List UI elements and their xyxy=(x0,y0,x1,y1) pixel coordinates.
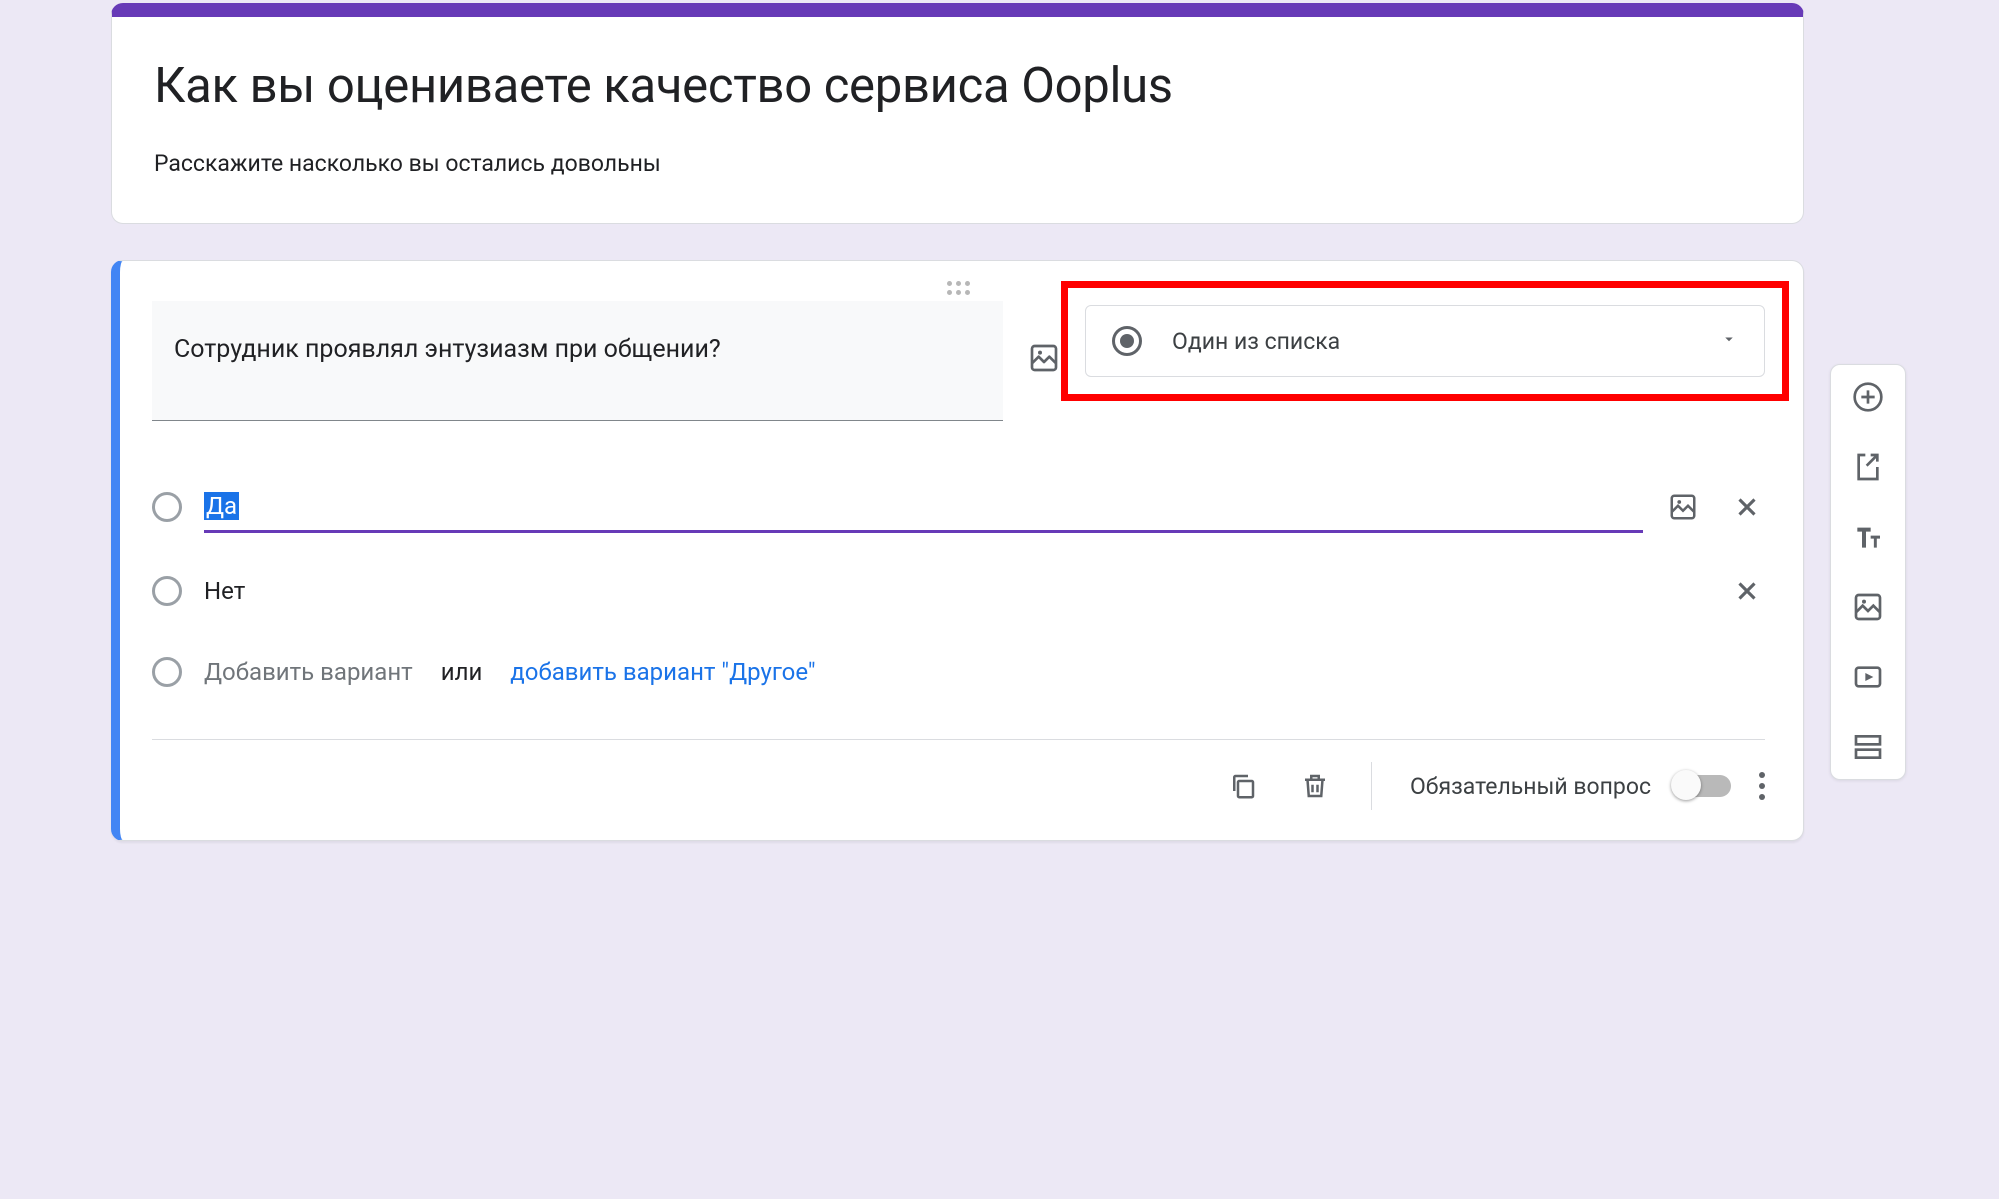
option-input[interactable]: Да xyxy=(204,492,1643,533)
add-section-button[interactable] xyxy=(1850,729,1886,765)
video-icon xyxy=(1852,661,1884,693)
section-icon xyxy=(1852,731,1884,763)
question-top-row: Сотрудник проявлял энтузиазм при общении… xyxy=(152,289,1765,421)
question-type-wrap: Один из списка xyxy=(1085,305,1765,377)
chevron-down-icon xyxy=(1720,330,1738,352)
add-question-image-button[interactable] xyxy=(1023,337,1065,379)
add-option-or: или xyxy=(441,658,483,686)
close-icon xyxy=(1732,492,1762,522)
add-title-button[interactable] xyxy=(1850,519,1886,555)
form-description[interactable]: Расскажите насколько вы остались довольн… xyxy=(154,150,1761,177)
form-editor-workspace: Как вы оцениваете качество сервиса Ooplu… xyxy=(111,3,1804,841)
image-icon xyxy=(1028,342,1060,374)
option-row-actions xyxy=(1729,573,1765,609)
question-type-dropdown[interactable]: Один из списка xyxy=(1085,305,1765,377)
import-questions-button[interactable] xyxy=(1850,449,1886,485)
add-video-button[interactable] xyxy=(1850,659,1886,695)
close-icon xyxy=(1732,576,1762,606)
question-text-input[interactable]: Сотрудник проявлял энтузиазм при общении… xyxy=(152,301,1003,421)
text-icon xyxy=(1852,521,1884,553)
import-icon xyxy=(1852,451,1884,483)
copy-icon xyxy=(1228,771,1258,801)
add-image-button[interactable] xyxy=(1850,589,1886,625)
add-option-row: Добавить вариант или добавить вариант "Д… xyxy=(152,649,1765,725)
drag-handle[interactable] xyxy=(152,261,1765,289)
form-title[interactable]: Как вы оцениваете качество сервиса Ooplu… xyxy=(154,57,1761,114)
required-label: Обязательный вопрос xyxy=(1410,773,1651,800)
radio-icon xyxy=(1112,326,1142,356)
trash-icon xyxy=(1300,771,1330,801)
image-icon xyxy=(1668,492,1698,522)
radio-placeholder-icon xyxy=(152,576,182,606)
option-remove-button[interactable] xyxy=(1729,489,1765,525)
option-input[interactable]: Нет xyxy=(204,577,1707,605)
option-label: Да xyxy=(204,492,239,520)
image-icon xyxy=(1852,591,1884,623)
footer-action-icons xyxy=(1225,768,1333,804)
side-toolbar xyxy=(1830,364,1906,780)
more-options-button[interactable] xyxy=(1759,772,1765,800)
options-list: Да xyxy=(152,421,1765,725)
question-type-label: Один из списка xyxy=(1172,328,1690,355)
form-header-card[interactable]: Как вы оцениваете качество сервиса Ooplu… xyxy=(111,3,1804,224)
option-image-button[interactable] xyxy=(1665,489,1701,525)
radio-placeholder-icon xyxy=(152,492,182,522)
question-card: Сотрудник проявлял энтузиазм при общении… xyxy=(111,260,1804,841)
duplicate-button[interactable] xyxy=(1225,768,1261,804)
option-remove-button[interactable] xyxy=(1729,573,1765,609)
add-option-button[interactable]: Добавить вариант xyxy=(204,658,413,686)
drag-dots-icon xyxy=(947,281,970,295)
question-footer: Обязательный вопрос xyxy=(152,739,1765,840)
option-row-actions xyxy=(1665,489,1765,525)
radio-placeholder-icon xyxy=(152,657,182,687)
option-row: Нет xyxy=(152,565,1765,617)
required-toggle[interactable] xyxy=(1673,775,1731,797)
add-other-button[interactable]: добавить вариант "Другое" xyxy=(510,658,815,686)
add-question-button[interactable] xyxy=(1850,379,1886,415)
option-row: Да xyxy=(152,481,1765,533)
divider xyxy=(1371,762,1372,810)
more-vertical-icon xyxy=(1759,772,1765,800)
delete-button[interactable] xyxy=(1297,768,1333,804)
plus-circle-icon xyxy=(1852,381,1884,413)
